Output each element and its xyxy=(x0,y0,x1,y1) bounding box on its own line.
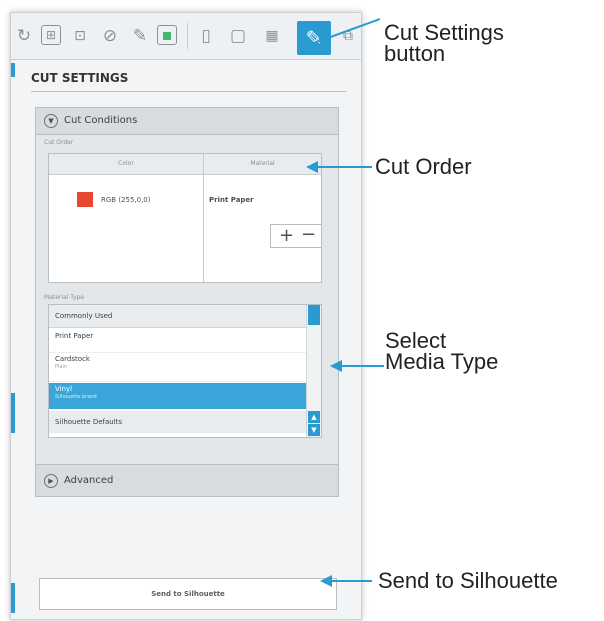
callout-line xyxy=(330,580,372,582)
advanced-header[interactable]: ▶ Advanced xyxy=(36,464,338,496)
send-to-silhouette-button[interactable]: Send to Silhouette xyxy=(39,578,337,610)
material-type-label: Material Type xyxy=(44,294,85,301)
callout-cut-settings: Cut Settings button xyxy=(384,20,504,66)
library-icon[interactable]: ▢ xyxy=(227,25,249,47)
advanced-label: Advanced xyxy=(64,475,114,486)
color-swatch xyxy=(77,192,93,207)
media-type-list[interactable]: Commonly Used Print Paper Cardstock Plai… xyxy=(48,304,322,438)
chevron-right-icon: ▶ xyxy=(44,474,58,488)
remove-material-button[interactable]: − xyxy=(301,226,316,244)
cut-settings-icon: ✎ xyxy=(305,26,323,50)
scroll-up-icon[interactable]: ▲ xyxy=(308,411,320,423)
offset-icon[interactable]: ⊘ xyxy=(99,25,121,47)
fill-icon[interactable] xyxy=(157,25,177,45)
silhouette-defaults-row[interactable]: Silhouette Defaults xyxy=(49,411,311,433)
cut-conditions-section: ▼ Cut Conditions Cut Order Color Materia… xyxy=(35,107,339,497)
send-page-icon[interactable]: ▯ xyxy=(195,25,217,47)
callout-send: Send to Silhouette xyxy=(378,568,558,593)
panel-edge-accent xyxy=(11,63,15,77)
callout-cut-order: Cut Order xyxy=(375,154,472,179)
registration-marks-icon[interactable]: ⊡ xyxy=(69,25,91,47)
scroll-thumb[interactable] xyxy=(308,305,320,325)
scrollbar[interactable]: ▲ ▼ xyxy=(306,305,321,437)
panel-edge-accent xyxy=(11,583,15,613)
cut-conditions-label: Cut Conditions xyxy=(64,115,138,126)
chevron-down-icon: ▼ xyxy=(44,114,58,128)
scroll-down-icon[interactable]: ▼ xyxy=(308,424,320,436)
color-value: RGB (255,0,0) xyxy=(101,196,151,204)
page-title: CUT SETTINGS xyxy=(31,71,129,85)
title-divider xyxy=(31,91,346,92)
trace-icon[interactable]: ✎ xyxy=(129,25,151,47)
cut-order-table[interactable]: Color Material RGB (255,0,0) Print Paper xyxy=(48,153,322,283)
refresh-icon[interactable]: ↻ xyxy=(13,25,35,47)
cut-order-label: Cut Order xyxy=(44,139,74,146)
add-remove-controls: + − xyxy=(270,224,322,248)
list-item[interactable]: Cardstock Plain xyxy=(49,353,311,382)
cut-settings-panel: ↻ ⊞ ⊡ ⊘ ✎ ▯ ▢ ▦ ✎ ⧉ CUT SETTINGS ▼ Cut C… xyxy=(10,12,362,620)
callout-line xyxy=(316,166,372,168)
grid-icon[interactable]: ▦ xyxy=(261,25,283,47)
add-material-button[interactable]: + xyxy=(279,227,294,245)
toolbar: ↻ ⊞ ⊡ ⊘ ✎ ▯ ▢ ▦ ✎ ⧉ xyxy=(11,13,361,60)
panel-edge-accent xyxy=(11,393,15,433)
list-item[interactable]: Print Paper xyxy=(49,328,311,353)
material-value: Print Paper xyxy=(209,196,254,204)
cut-conditions-header[interactable]: ▼ Cut Conditions xyxy=(36,108,338,135)
material-column-header: Material xyxy=(204,154,321,175)
media-group-header[interactable]: Commonly Used xyxy=(49,305,311,328)
color-column-header: Color xyxy=(49,154,203,175)
callout-media-type: Select Media Type xyxy=(385,328,499,374)
callout-line xyxy=(340,365,384,367)
page-setup-icon[interactable]: ⊞ xyxy=(41,25,61,45)
list-item-selected[interactable]: Vinyl Silhouette brand xyxy=(49,383,311,409)
